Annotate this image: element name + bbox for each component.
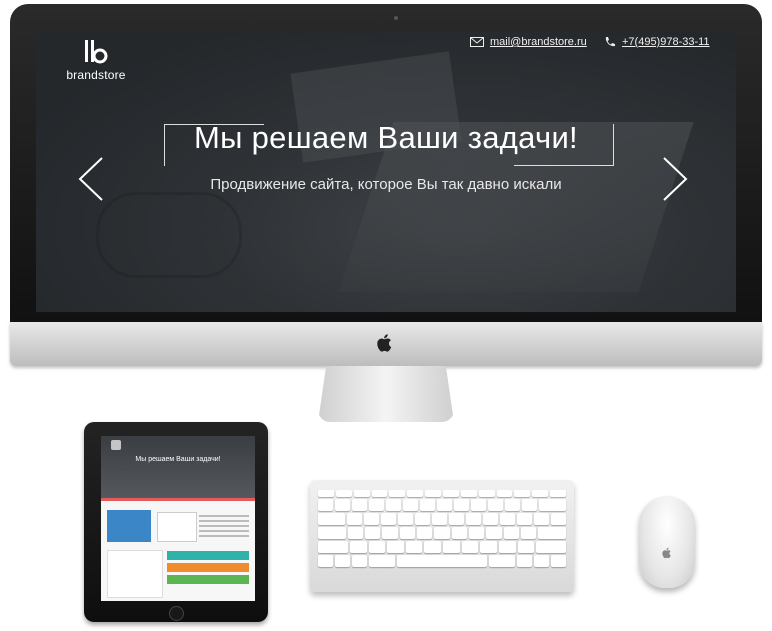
apple-logo-icon bbox=[377, 334, 392, 352]
phone-icon bbox=[605, 37, 615, 47]
camera-dot bbox=[394, 16, 398, 20]
ipad-content bbox=[101, 498, 255, 601]
logo-text: brandstore bbox=[66, 68, 126, 82]
ipad-hero: Мы решаем Ваши задачи! bbox=[101, 436, 255, 498]
ipad-teal-bar bbox=[167, 551, 249, 560]
email-text: mail@brandstore.ru bbox=[490, 36, 587, 48]
ipad-device: Мы решаем Ваши задачи! bbox=[84, 422, 268, 622]
phone-text: +7(495)978-33-11 bbox=[622, 36, 710, 48]
hero-headline: Мы решаем Ваши задачи! bbox=[194, 120, 578, 155]
hero-subheadline: Продвижение сайта, которое Вы так давно … bbox=[210, 176, 562, 193]
slider-next-arrow-icon[interactable] bbox=[660, 154, 690, 204]
ipad-green-bar bbox=[167, 575, 249, 584]
keyboard-device bbox=[310, 480, 574, 592]
ipad-chart-thumbnail bbox=[107, 510, 151, 542]
imac-device: brandstore mail@brandstore.ru +7(495)978… bbox=[0, 0, 772, 425]
ipad-text-lines bbox=[199, 512, 249, 540]
brandstore-logo-icon bbox=[85, 40, 108, 64]
ipad-list-panel bbox=[107, 550, 163, 598]
slider-prev-arrow-icon[interactable] bbox=[76, 154, 106, 204]
brand-logo[interactable]: brandstore bbox=[64, 40, 128, 82]
ipad-document-thumbnail bbox=[157, 512, 197, 542]
hero-overlay bbox=[36, 32, 736, 312]
ipad-red-band bbox=[101, 498, 255, 501]
ipad-logo-icon bbox=[111, 440, 121, 450]
mail-icon bbox=[470, 37, 484, 47]
ipad-home-button bbox=[169, 606, 184, 621]
phone-link[interactable]: +7(495)978-33-11 bbox=[604, 36, 710, 48]
key-grid bbox=[318, 490, 567, 569]
apple-logo-icon bbox=[662, 547, 671, 559]
magic-mouse-device bbox=[639, 496, 695, 588]
ipad-headline: Мы решаем Ваши задачи! bbox=[135, 456, 221, 463]
ipad-orange-bar bbox=[167, 563, 249, 572]
website-hero: brandstore mail@brandstore.ru +7(495)978… bbox=[36, 32, 736, 312]
email-link[interactable]: mail@brandstore.ru bbox=[470, 36, 587, 48]
ipad-screen: Мы решаем Ваши задачи! bbox=[101, 436, 255, 601]
imac-stand bbox=[318, 366, 454, 422]
